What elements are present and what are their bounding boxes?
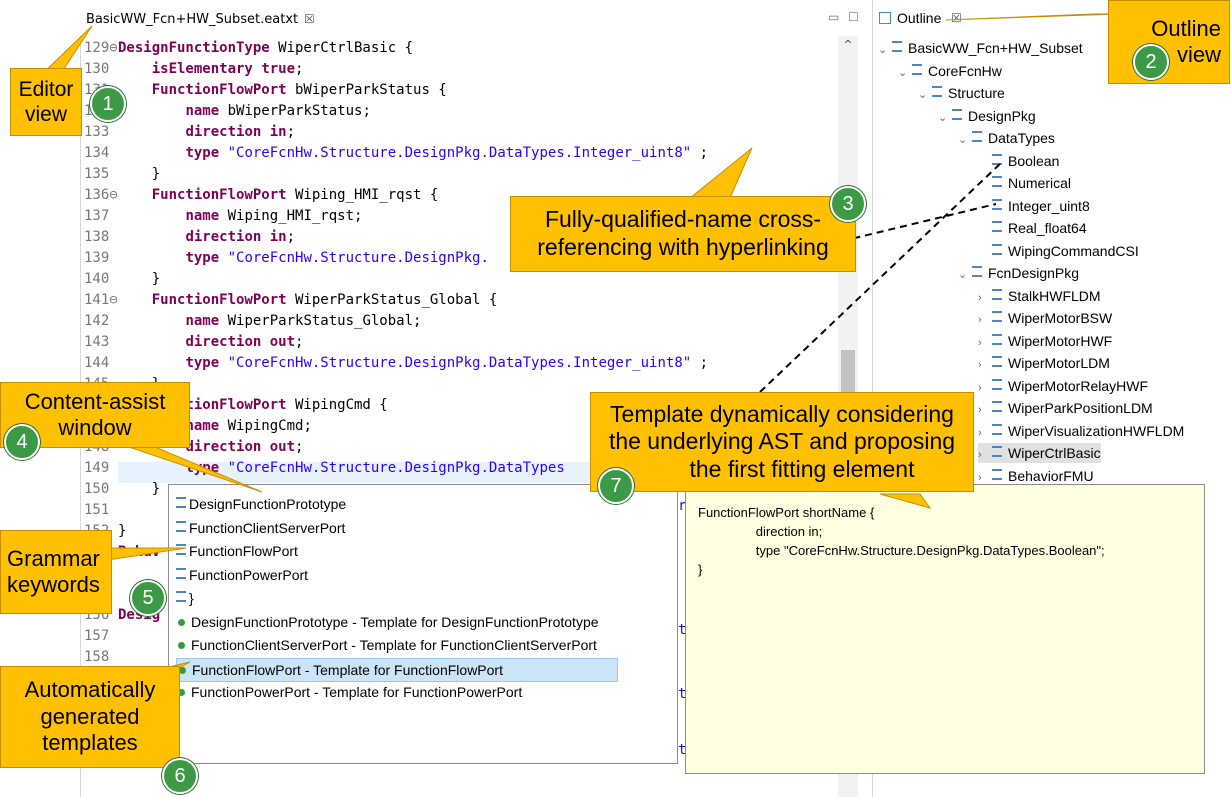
callout-editor-view: Editor view [10,68,82,136]
callout-4-line2: window [58,415,132,440]
callout-1-line2: view [24,103,67,126]
callout-6-line2: generated [40,703,140,729]
callout-1-line1: Editor [18,77,74,101]
badge-6: 6 [162,758,198,794]
callout-grammar-keywords: Grammar keywords [0,530,112,614]
callout-template-ast: Template dynamically considering the und… [590,392,974,492]
badge-7: 7 [598,468,634,504]
callout-3-line1: Fully-qualified-name cross- [544,206,822,233]
tail-3 [688,147,753,199]
callout-outline-view: Outline view [1108,0,1230,84]
badge-4: 4 [4,424,40,460]
callout-7-line2: the underlying AST and proposing [608,428,956,455]
callout-2-line1: Outline [1151,15,1221,41]
badge-2: 2 [1133,44,1169,80]
badge-1: 1 [90,86,126,122]
tail-2 [945,13,1119,21]
badge-5: 5 [130,580,166,616]
callout-7-line3: the first fitting element [689,455,915,482]
callout-2-line2: view [1176,42,1221,67]
callout-generated-templates: Automatically generated templates [0,666,180,768]
tail-4 [119,443,263,493]
callout-7-line1: Template dynamically considering [610,400,954,427]
callout-5-line1: Grammar [7,545,100,571]
callout-5-line2: keywords [7,572,100,597]
callout-cross-referencing: Fully-qualified-name cross- referencing … [510,196,856,272]
callout-6-line3: templates [42,730,138,756]
callout-3-line2: referencing with hyperlinking [537,234,829,260]
tail-7 [879,493,932,509]
callout-4-line1: Content-assist [24,388,166,414]
callout-6-line1: Automatically [24,677,156,703]
badge-3: 3 [830,186,866,222]
